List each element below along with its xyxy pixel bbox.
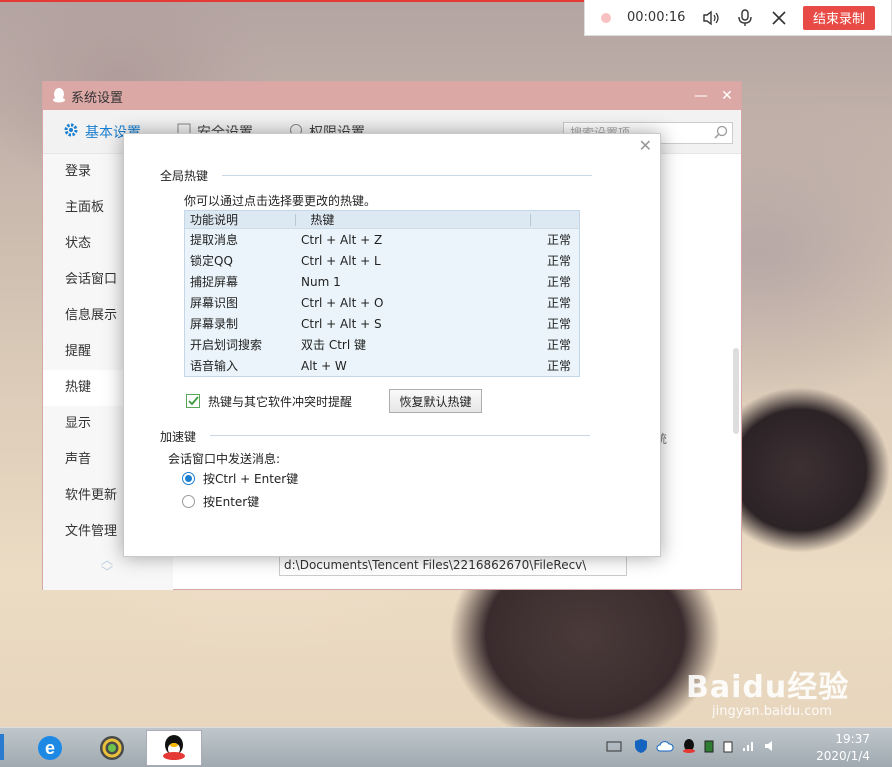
table-row[interactable]: 屏幕识图 Ctrl + Alt + O 正常	[185, 292, 579, 313]
search-icon[interactable]	[714, 125, 728, 145]
table-row[interactable]: 语音输入 Alt + W 正常	[185, 355, 579, 376]
hotkey-function: 屏幕识图	[190, 296, 239, 310]
send-message-subtitle: 会话窗口中发送消息:	[168, 452, 281, 466]
hotkey-combo[interactable]: Ctrl + Alt + O	[296, 296, 531, 310]
screen-recorder-bar: 00:00:16 结束录制	[584, 0, 892, 36]
hotkey-status: 正常	[547, 233, 572, 247]
microphone-icon[interactable]	[735, 8, 755, 28]
section-divider	[222, 175, 592, 176]
conflict-reminder-checkbox[interactable]	[186, 394, 200, 408]
taskbar-clock[interactable]: 19:37 2020/1/4	[816, 731, 870, 765]
system-tray	[606, 738, 778, 757]
window-titlebar: 系统设置	[43, 82, 741, 110]
table-row[interactable]: 锁定QQ Ctrl + Alt + L 正常	[185, 250, 579, 271]
window-scrollbar[interactable]	[733, 348, 739, 434]
hotkey-function: 屏幕录制	[190, 317, 239, 331]
send-option-ctrl-enter[interactable]: 按Ctrl + Enter键	[182, 470, 298, 487]
accelerator-keys-title: 加速键	[160, 430, 197, 444]
send-option-label: 按Enter键	[203, 495, 260, 509]
hotkey-status: 正常	[547, 275, 572, 289]
battery-icon[interactable]	[704, 739, 714, 756]
column-separator	[530, 213, 532, 226]
watermark-url: jingyan.baidu.com	[712, 704, 832, 719]
sidebar-scroll-arrows-icon[interactable]: ︿ ﹀	[101, 554, 113, 578]
send-option-label: 按Ctrl + Enter键	[203, 472, 299, 486]
column-header-function: 功能说明	[190, 213, 239, 227]
hotkey-status: 正常	[547, 359, 572, 373]
security-shield-icon[interactable]	[634, 738, 648, 757]
table-row[interactable]: 捕捉屏幕 Num 1 正常	[185, 271, 579, 292]
speaker-icon[interactable]	[701, 8, 721, 28]
qq-taskbar-icon[interactable]	[146, 730, 202, 766]
global-hotkeys-title: 全局热键	[160, 169, 209, 183]
close-window-icon[interactable]: ✕	[719, 88, 735, 104]
hotkey-status: 正常	[547, 254, 572, 268]
svg-text:e: e	[45, 738, 55, 758]
hotkey-function: 提取消息	[190, 233, 239, 247]
send-option-enter[interactable]: 按Enter键	[182, 493, 259, 510]
hotkey-combo[interactable]: Ctrl + Alt + L	[296, 254, 531, 268]
volume-icon[interactable]	[764, 740, 778, 755]
taskbar: e 19:37 2020/1/4	[0, 727, 892, 767]
radio-button[interactable]	[182, 495, 195, 508]
clock-date: 2020/1/4	[816, 749, 870, 763]
hotkey-function: 开启划词搜索	[190, 338, 263, 352]
hotkey-function: 锁定QQ	[190, 254, 233, 268]
hotkey-status: 正常	[547, 317, 572, 331]
hotkey-combo[interactable]: 双击 Ctrl 键	[296, 336, 531, 353]
conflict-reminder-label[interactable]: 热键与其它软件冲突时提醒	[208, 393, 352, 410]
clock-time: 19:37	[835, 732, 870, 746]
watermark-logo: Baidu经验	[686, 670, 850, 705]
color-app-icon[interactable]	[84, 730, 140, 766]
restore-default-hotkeys-button[interactable]: 恢复默认热键	[389, 389, 482, 413]
cloud-icon[interactable]	[656, 739, 674, 756]
checkmark-icon	[187, 396, 199, 406]
hotkey-combo[interactable]: Num 1	[296, 275, 531, 289]
hotkey-table-header: 功能说明 热键	[185, 211, 579, 229]
gear-icon	[63, 122, 79, 142]
hotkey-function: 捕捉屏幕	[190, 275, 239, 289]
signal-icon[interactable]	[742, 740, 756, 755]
hotkey-hint-text: 你可以通过点击选择要更改的热键。	[184, 194, 377, 208]
radio-button-selected[interactable]	[182, 472, 195, 485]
recording-timer: 00:00:16	[627, 10, 686, 25]
keyboard-icon[interactable]	[606, 740, 622, 755]
dialog-close-icon[interactable]: ✕	[639, 136, 652, 155]
table-row[interactable]: 开启划词搜索 双击 Ctrl 键 正常	[185, 334, 579, 355]
hotkey-function: 语音输入	[190, 359, 239, 373]
hotkey-table: 功能说明 热键 提取消息 Ctrl + Alt + Z 正常 锁定QQ Ctrl…	[184, 210, 580, 377]
ie-browser-icon[interactable]: e	[22, 730, 78, 766]
table-row[interactable]: 提取消息 Ctrl + Alt + Z 正常	[185, 229, 579, 250]
end-recording-button[interactable]: 结束录制	[803, 5, 875, 30]
file-receive-path-field[interactable]: d:\Documents\Tencent Files\2216862670\Fi…	[279, 554, 627, 576]
hotkey-combo[interactable]: Ctrl + Alt + S	[296, 317, 531, 331]
window-title: 系统设置	[71, 90, 124, 106]
record-dot-icon	[601, 12, 611, 23]
column-header-hotkey: 热键	[310, 213, 335, 227]
table-row[interactable]: 屏幕录制 Ctrl + Alt + S 正常	[185, 313, 579, 334]
baidu-watermark: Baidu经验 jingyan.baidu.com	[686, 662, 849, 719]
hotkey-status: 正常	[547, 296, 572, 310]
hotkey-settings-dialog: ✕ 全局热键 你可以通过点击选择要更改的热键。 功能说明 热键 提取消息 Ctr…	[123, 133, 661, 557]
close-recorder-icon[interactable]	[769, 8, 789, 28]
section-divider	[210, 435, 590, 436]
minimize-icon[interactable]: —	[693, 88, 709, 104]
hotkey-combo[interactable]: Ctrl + Alt + Z	[296, 233, 531, 247]
start-edge[interactable]	[0, 734, 4, 760]
qq-penguin-icon	[51, 87, 67, 106]
qq-tray-icon[interactable]	[682, 738, 696, 757]
hotkey-status: 正常	[547, 338, 572, 352]
usb-icon[interactable]	[722, 739, 734, 756]
hotkey-combo[interactable]: Alt + W	[296, 359, 531, 373]
